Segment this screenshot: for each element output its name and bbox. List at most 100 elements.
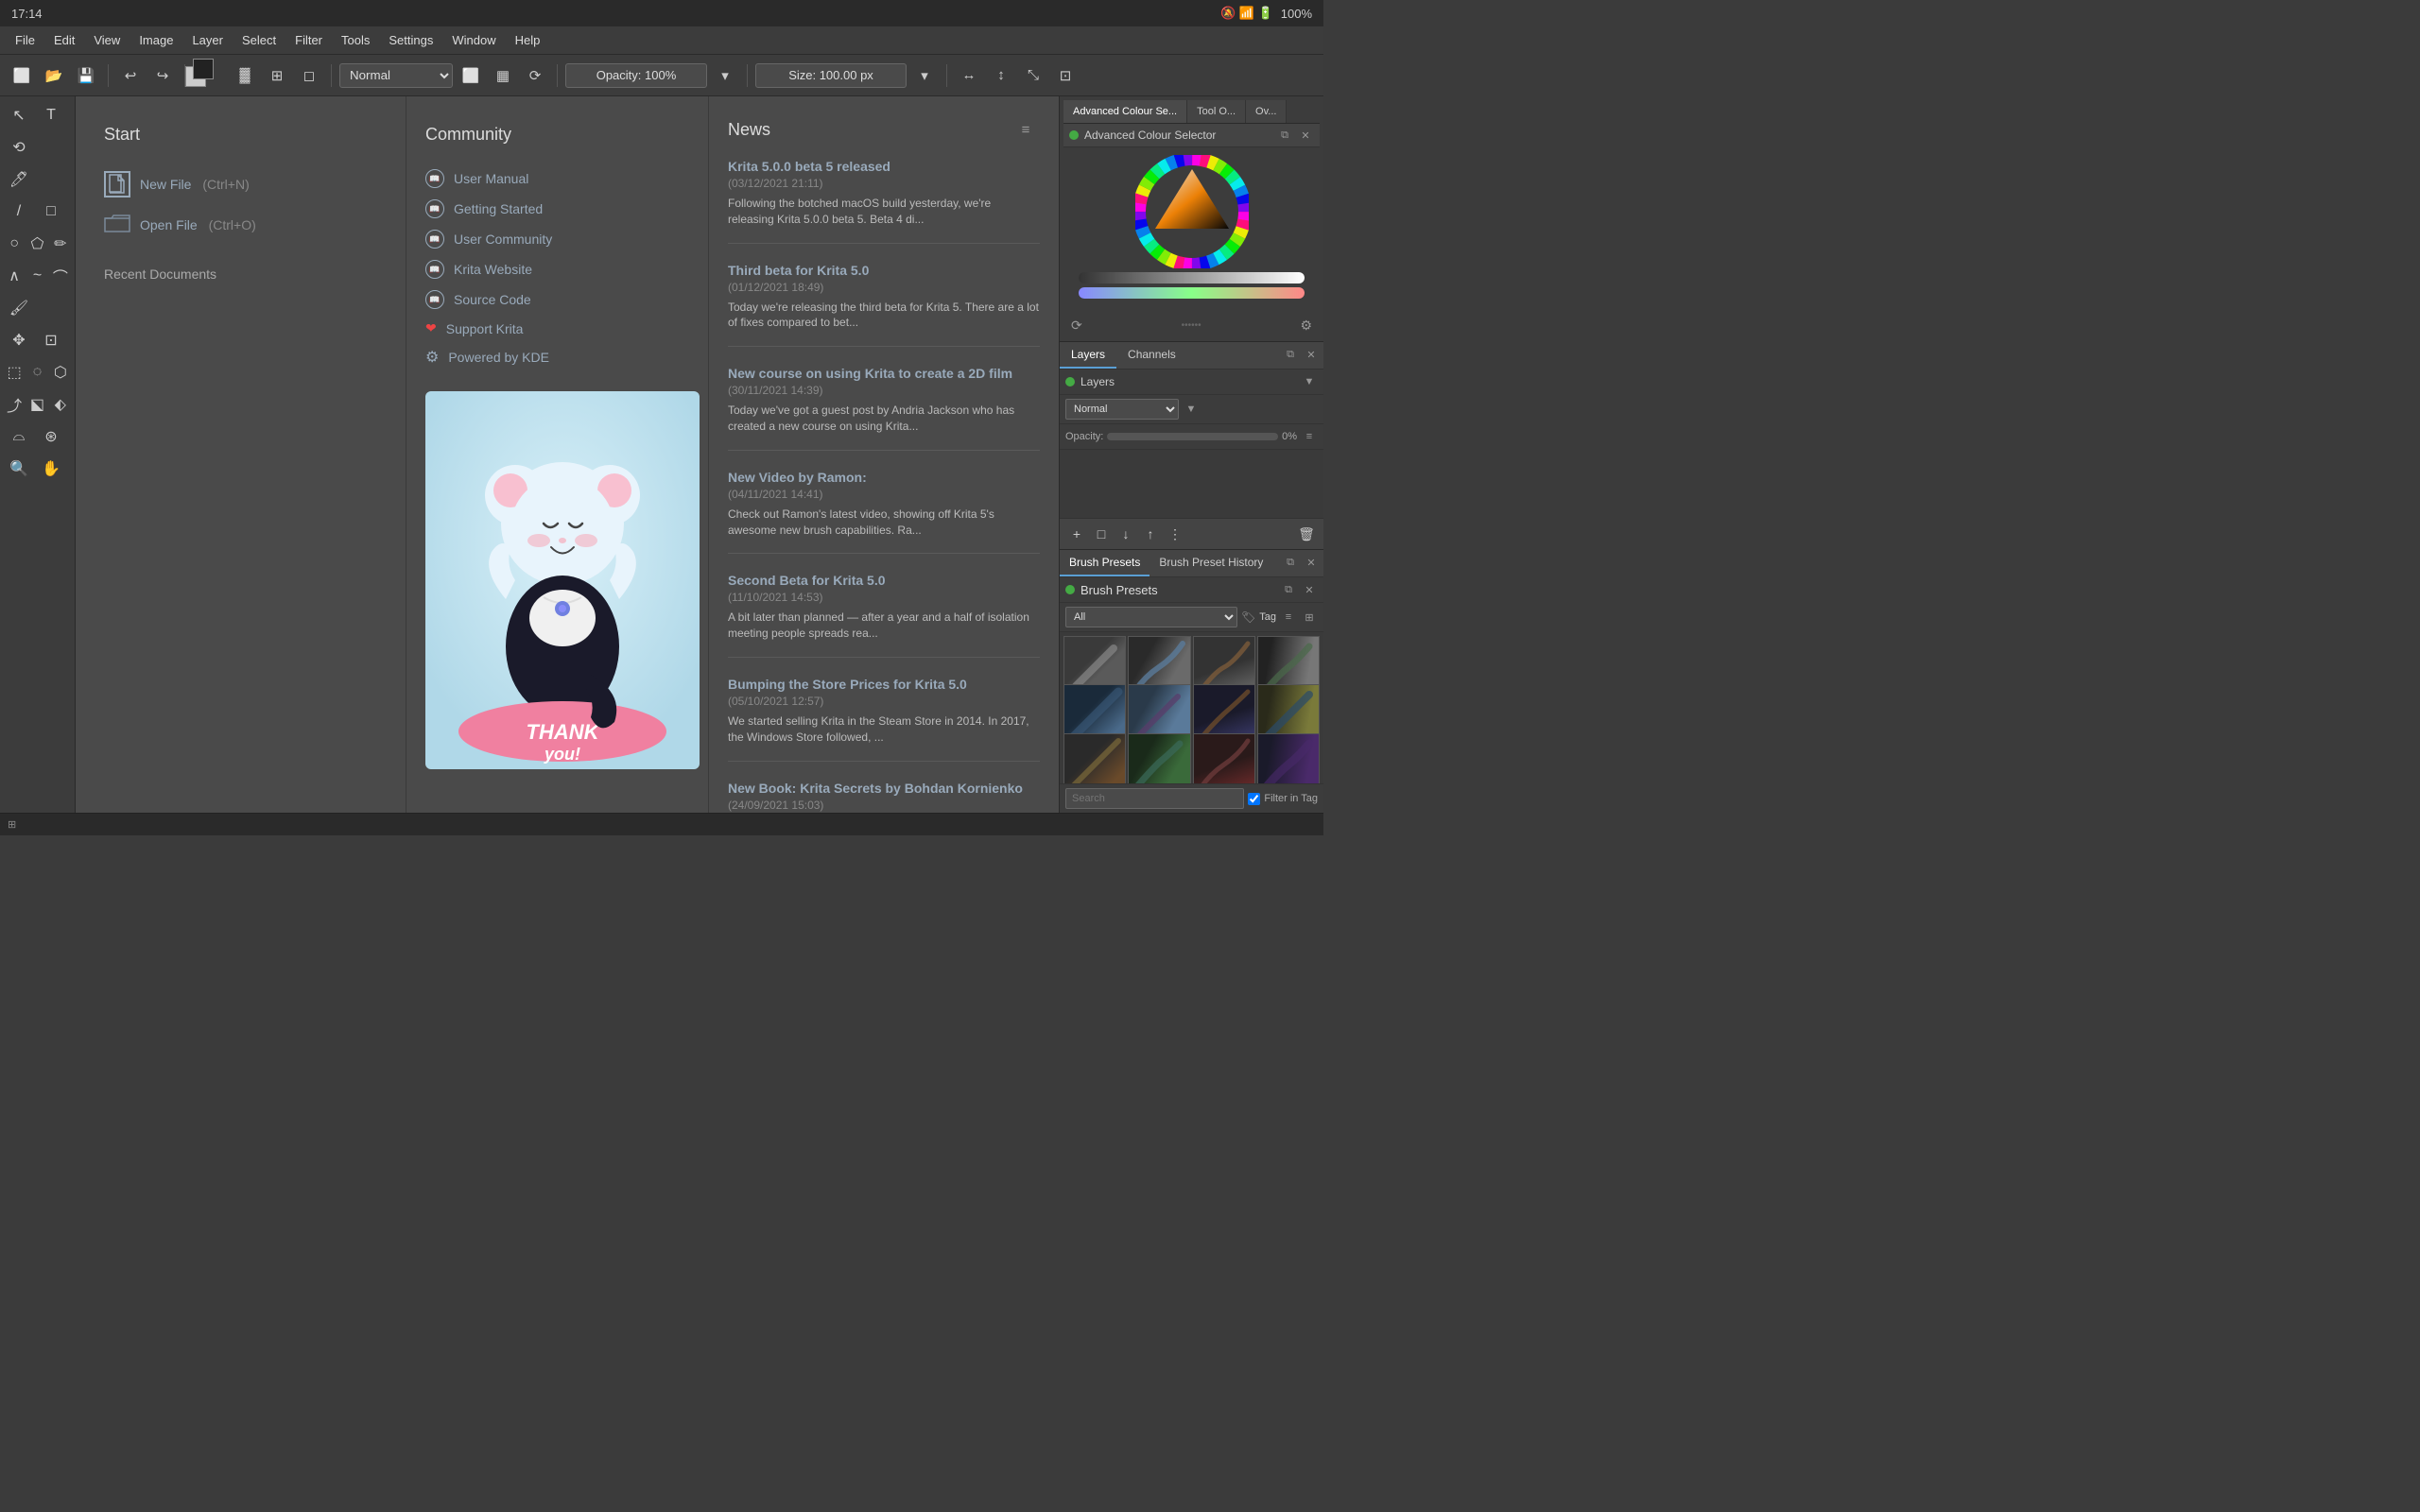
filter-in-tag-checkbox[interactable] — [1248, 793, 1260, 805]
layers-blend-filter-btn[interactable]: ▼ — [1183, 401, 1200, 418]
size-control[interactable]: Size: 100.00 px — [755, 63, 907, 88]
brush-preset-9[interactable] — [1063, 733, 1126, 783]
overview-tab[interactable]: Ov... — [1246, 100, 1287, 123]
powered-by-kde-link[interactable]: ⚙ Powered by KDE — [425, 342, 689, 372]
menu-layer[interactable]: Layer — [184, 31, 231, 49]
size-dropdown-btn[interactable]: ▾ — [910, 61, 939, 90]
adv-color-float-btn[interactable]: ⧉ — [1276, 127, 1293, 144]
color-settings-btn[interactable]: ⚙ — [1300, 318, 1312, 334]
menu-settings[interactable]: Settings — [381, 31, 441, 49]
menu-edit[interactable]: Edit — [46, 31, 82, 49]
add-layer-btn[interactable]: + — [1065, 523, 1088, 545]
brush-preset-12[interactable] — [1257, 733, 1320, 783]
brush-close2-btn[interactable]: ✕ — [1301, 581, 1318, 598]
news-item-title-6[interactable]: New Book: Krita Secrets by Bohdan Kornie… — [728, 781, 1040, 796]
support-krita-link[interactable]: ❤ Support Krita — [425, 315, 689, 342]
layers-opacity-menu[interactable]: ≡ — [1301, 428, 1318, 445]
pattern-btn[interactable]: ⊞ — [263, 61, 291, 90]
refresh-btn[interactable]: ⟳ — [521, 61, 549, 90]
warp-tool-btn[interactable]: ⤴ — [4, 389, 25, 420]
news-item-title-5[interactable]: Bumping the Store Prices for Krita 5.0 — [728, 677, 1040, 692]
lightness-slider[interactable] — [1079, 272, 1305, 284]
brush-float-btn[interactable]: ⧉ — [1282, 554, 1299, 571]
user-manual-link[interactable]: 📖 User Manual — [425, 163, 689, 194]
hue-slider[interactable] — [1079, 287, 1305, 299]
ellipse-tool-btn[interactable]: ○ — [4, 229, 25, 259]
layers-opacity-slider[interactable] — [1107, 433, 1278, 440]
delete-layer-btn[interactable]: 🗑 — [1295, 523, 1318, 545]
crop-tool-btn[interactable]: ⊡ — [36, 325, 66, 355]
user-community-link[interactable]: 📖 User Community — [425, 224, 689, 254]
menu-view[interactable]: View — [86, 31, 128, 49]
news-item-title-4[interactable]: Second Beta for Krita 5.0 — [728, 573, 1040, 588]
magnetic-btn[interactable]: ⊛ — [36, 421, 66, 452]
source-code-link[interactable]: 📖 Source Code — [425, 284, 689, 315]
brush-tag-select[interactable]: All — [1065, 607, 1237, 627]
opacity-control[interactable]: Opacity: 100% — [565, 63, 707, 88]
move-layer-down-btn[interactable]: ↓ — [1115, 523, 1137, 545]
bezier2-btn[interactable]: ⌒ — [50, 261, 71, 291]
blend-mode-select[interactable]: Normal Multiply Screen Overlay — [339, 63, 453, 88]
mirror-v-btn[interactable]: ↕ — [987, 61, 1015, 90]
select-tool-btn[interactable]: ↖ — [4, 100, 34, 130]
opacity-dropdown-btn[interactable]: ▾ — [711, 61, 739, 90]
menu-select[interactable]: Select — [234, 31, 284, 49]
eraser-tool-btn[interactable]: ⬜ — [457, 61, 485, 90]
save-file-btn[interactable]: 💾 — [72, 61, 100, 90]
layer-properties-btn[interactable]: ⋮ — [1164, 523, 1186, 545]
undo-btn[interactable]: ↩ — [116, 61, 145, 90]
similar-select-btn[interactable]: ⬖ — [50, 389, 71, 420]
new-file-btn[interactable]: New File (Ctrl+N) — [104, 163, 377, 205]
rect-tool-btn[interactable]: □ — [36, 197, 66, 227]
layers-close-btn[interactable]: ✕ — [1303, 346, 1320, 363]
menu-filter[interactable]: Filter — [287, 31, 330, 49]
text-tool-btn[interactable]: T — [36, 100, 66, 130]
tab-layers[interactable]: Layers — [1060, 342, 1116, 369]
gradient-btn[interactable]: ▓ — [231, 61, 259, 90]
menu-image[interactable]: Image — [131, 31, 181, 49]
news-item-title-3[interactable]: New Video by Ramon: — [728, 470, 1040, 485]
getting-started-link[interactable]: 📖 Getting Started — [425, 194, 689, 224]
menu-window[interactable]: Window — [444, 31, 503, 49]
path-tool-btn[interactable]: ∧ — [4, 261, 25, 291]
adv-color-close-btn[interactable]: ✕ — [1297, 127, 1314, 144]
layers-filter-btn[interactable]: ▼ — [1301, 373, 1318, 390]
color-wheel-container[interactable] — [1135, 155, 1249, 268]
redo-btn[interactable]: ↪ — [148, 61, 177, 90]
news-menu-btn[interactable]: ≡ — [1011, 115, 1040, 144]
brush-grid-view-btn[interactable]: ⊞ — [1301, 609, 1318, 626]
zoom-tool-btn[interactable]: 🔍 — [4, 454, 34, 484]
brush-close-btn[interactable]: ✕ — [1303, 554, 1320, 571]
paint-fill-btn[interactable]: 🖌 — [4, 293, 34, 323]
bezier-btn[interactable]: ~ — [26, 261, 47, 291]
layers-float-btn[interactable]: ⧉ — [1282, 346, 1299, 363]
color-wheel-svg[interactable] — [1135, 155, 1249, 268]
brush-tool-btn[interactable]: 🖊 — [4, 164, 34, 195]
tab-channels[interactable]: Channels — [1116, 342, 1187, 369]
freehand-btn[interactable]: ✏ — [50, 229, 71, 259]
tab-brush-history[interactable]: Brush Preset History — [1150, 550, 1272, 576]
menu-tools[interactable]: Tools — [334, 31, 377, 49]
open-file-btn[interactable]: 📂 — [40, 61, 68, 90]
color-refresh-btn[interactable]: ⟳ — [1071, 318, 1082, 334]
krita-website-link[interactable]: 📖 Krita Website — [425, 254, 689, 284]
adv-color-tab[interactable]: Advanced Colour Se... — [1063, 100, 1187, 123]
tab-brush-presets[interactable]: Brush Presets — [1060, 550, 1150, 576]
canvas-wrap-btn[interactable]: ⊡ — [1051, 61, 1080, 90]
menu-file[interactable]: File — [8, 31, 43, 49]
brush-search-input[interactable] — [1065, 788, 1244, 809]
brush-preset-11[interactable] — [1193, 733, 1255, 783]
alpha-lock-btn[interactable]: ▦ — [489, 61, 517, 90]
tool-options-tab[interactable]: Tool O... — [1187, 100, 1246, 123]
foreground-color-swatch[interactable] — [193, 59, 214, 79]
menu-help[interactable]: Help — [508, 31, 548, 49]
news-item-title-2[interactable]: New course on using Krita to create a 2D… — [728, 366, 1040, 381]
line-tool-btn[interactable]: / — [4, 197, 34, 227]
polygon-tool-btn[interactable]: ⬠ — [26, 229, 47, 259]
select-rect-btn[interactable]: ⬚ — [4, 357, 25, 387]
news-item-title-0[interactable]: Krita 5.0.0 beta 5 released — [728, 159, 1040, 174]
copy-layer-btn[interactable]: □ — [1090, 523, 1113, 545]
layers-blend-mode-select[interactable]: Normal Multiply Screen — [1065, 399, 1179, 420]
move-layer-up-btn[interactable]: ↑ — [1139, 523, 1162, 545]
select-poly-btn[interactable]: ⬡ — [50, 357, 71, 387]
